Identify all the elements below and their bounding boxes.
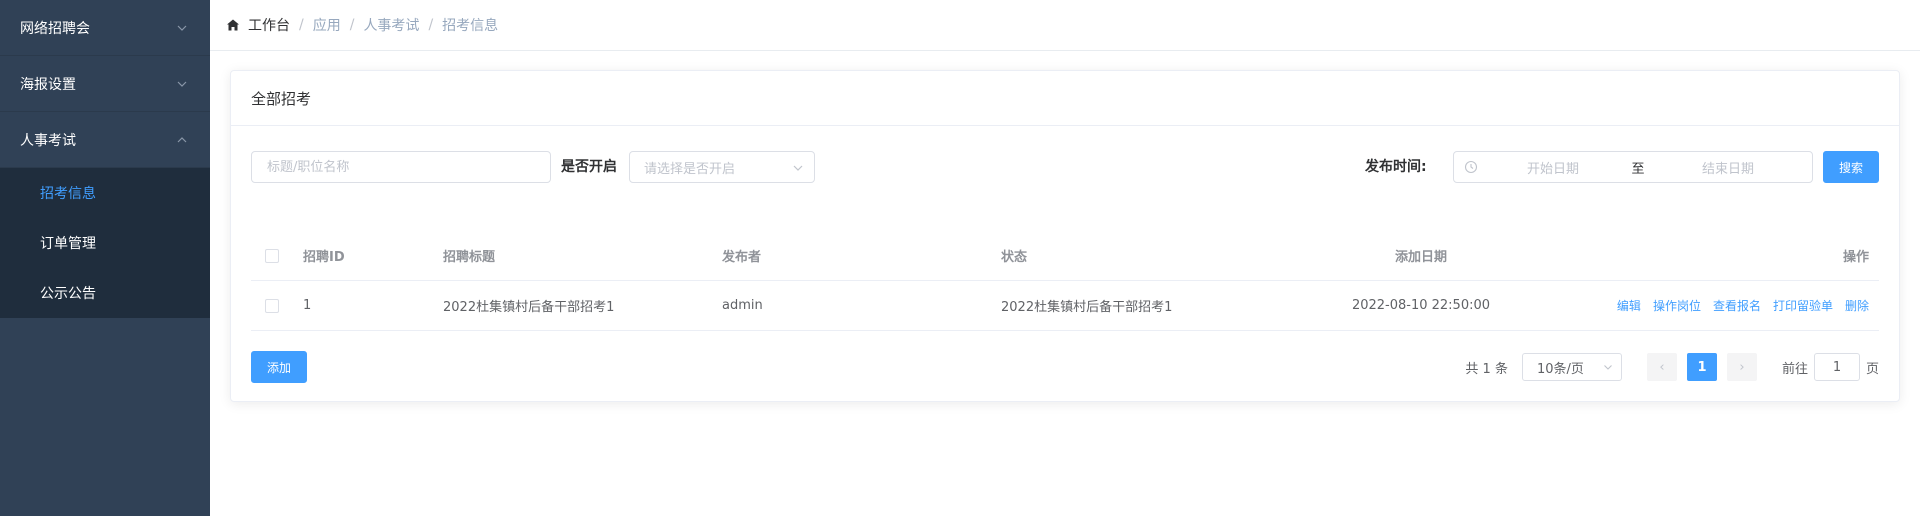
row-publisher: admin bbox=[722, 298, 763, 313]
sidebar-submenu: 招考信息 订单管理 公示公告 bbox=[0, 168, 210, 318]
view-registrations-link[interactable]: 查看报名 bbox=[1713, 297, 1761, 314]
sidebar-group-online-fair[interactable]: 网络招聘会 bbox=[0, 0, 210, 56]
manage-positions-link[interactable]: 操作岗位 bbox=[1653, 297, 1701, 314]
breadcrumb-separator: / bbox=[299, 17, 304, 33]
filter-bar: 是否开启 请选择是否开启 发布时间: 开始日期 至 结束日期 搜索 bbox=[251, 151, 1879, 185]
chevron-down-icon bbox=[793, 165, 803, 171]
table-row: 1 2022杜集镇村后备干部招考1 admin 2022杜集镇村后备干部招考1 … bbox=[251, 281, 1879, 331]
publish-time-label: 发布时间: bbox=[1365, 159, 1427, 175]
select-all-checkbox[interactable] bbox=[265, 248, 279, 263]
row-check-cell bbox=[251, 298, 293, 313]
header-ops: 操作 bbox=[1842, 250, 1869, 265]
header-id: 招聘ID bbox=[303, 250, 345, 265]
app-root: 网络招聘会 海报设置 人事考试 招考信息 订单管理 公示公告 工作台 / 应用 … bbox=[0, 0, 1920, 516]
exam-table: 招聘ID 招聘标题 发布者 状态 添加日期 操作 1 2022杜集镇村后备干部招… bbox=[251, 231, 1879, 331]
next-page-button[interactable]: › bbox=[1726, 353, 1757, 381]
row-status: 2022杜集镇村后备干部招考1 bbox=[1001, 300, 1173, 315]
end-date-input[interactable]: 结束日期 bbox=[1648, 158, 1808, 177]
date-range-separator: 至 bbox=[1631, 161, 1645, 177]
prev-page-button[interactable]: ‹ bbox=[1646, 353, 1677, 381]
keyword-search-input[interactable] bbox=[251, 151, 551, 183]
sidebar-group-label: 网络招聘会 bbox=[20, 20, 90, 37]
publish-date-range-picker[interactable]: 开始日期 至 结束日期 bbox=[1453, 151, 1813, 183]
delete-link[interactable]: 删除 bbox=[1845, 297, 1869, 314]
sidebar-group-label: 人事考试 bbox=[20, 132, 76, 149]
header-title: 招聘标题 bbox=[443, 250, 496, 265]
page-size-select[interactable]: 10条/页 bbox=[1521, 353, 1622, 381]
goto-suffix: 页 bbox=[1865, 361, 1879, 377]
breadcrumb-item-apps[interactable]: 应用 bbox=[313, 15, 341, 35]
enabled-select-placeholder: 请选择是否开启 bbox=[644, 161, 736, 177]
edit-link[interactable]: 编辑 bbox=[1617, 297, 1641, 314]
chevron-down-icon bbox=[1604, 365, 1612, 370]
breadcrumb-item-workbench[interactable]: 工作台 bbox=[248, 15, 290, 35]
header-publisher: 发布者 bbox=[722, 250, 762, 265]
sidebar-group-personnel-exam[interactable]: 人事考试 bbox=[0, 112, 210, 168]
breadcrumb-separator: / bbox=[349, 17, 355, 33]
sidebar-group-poster-settings[interactable]: 海报设置 bbox=[0, 56, 210, 112]
table-header-row: 招聘ID 招聘标题 发布者 状态 添加日期 操作 bbox=[251, 231, 1879, 281]
page-number-1[interactable]: 1 bbox=[1686, 353, 1717, 381]
pagination-total: 共 1 条 bbox=[1465, 361, 1508, 377]
select-all-cell bbox=[251, 248, 293, 263]
chevron-down-icon bbox=[177, 25, 187, 31]
goto-page-input[interactable] bbox=[1813, 353, 1860, 381]
card-title: 全部招考 bbox=[231, 71, 1899, 126]
sidebar-group-label: 海报设置 bbox=[20, 76, 76, 93]
start-date-input[interactable]: 开始日期 bbox=[1478, 158, 1628, 177]
row-id: 1 bbox=[303, 298, 312, 313]
sidebar-item-label: 订单管理 bbox=[40, 236, 96, 252]
add-button[interactable]: 添加 bbox=[251, 351, 307, 383]
sidebar-item-announcements[interactable]: 公示公告 bbox=[0, 268, 210, 318]
exam-list-card: 全部招考 是否开启 请选择是否开启 发布时间: 开始日期 至 结束日期 搜索 bbox=[230, 70, 1900, 402]
breadcrumb-item-personnel-exam[interactable]: 人事考试 bbox=[363, 15, 419, 35]
breadcrumb-separator: / bbox=[428, 17, 434, 33]
search-button[interactable]: 搜索 bbox=[1823, 151, 1879, 183]
page-size-value: 10条/页 bbox=[1536, 361, 1584, 377]
topbar: 工作台 / 应用 / 人事考试 / 招考信息 bbox=[210, 0, 1920, 51]
breadcrumb: 工作台 / 应用 / 人事考试 / 招考信息 bbox=[226, 15, 498, 35]
enabled-select[interactable]: 请选择是否开启 bbox=[629, 151, 815, 183]
chevron-down-icon bbox=[177, 81, 187, 87]
pagination: 共 1 条 10条/页 ‹ 1 › 前往 页 bbox=[1465, 351, 1879, 383]
chevron-up-icon bbox=[177, 136, 187, 142]
row-date: 2022-08-10 22:50:00 bbox=[1351, 298, 1491, 313]
row-checkbox[interactable] bbox=[265, 298, 279, 313]
header-date: 添加日期 bbox=[1394, 250, 1447, 265]
breadcrumb-item-exam-info: 招考信息 bbox=[442, 18, 499, 34]
sidebar: 网络招聘会 海报设置 人事考试 招考信息 订单管理 公示公告 bbox=[0, 0, 210, 516]
sidebar-item-exam-info[interactable]: 招考信息 bbox=[0, 168, 210, 218]
home-icon[interactable] bbox=[226, 18, 240, 32]
goto-label: 前往 bbox=[1781, 361, 1808, 377]
row-title: 2022杜集镇村后备干部招考1 bbox=[443, 300, 615, 315]
sidebar-item-label: 公示公告 bbox=[40, 286, 96, 302]
clock-icon bbox=[1464, 160, 1478, 174]
header-status: 状态 bbox=[1001, 250, 1028, 265]
sidebar-item-label: 招考信息 bbox=[40, 186, 96, 202]
sidebar-item-order-management[interactable]: 订单管理 bbox=[0, 218, 210, 268]
print-receipt-link[interactable]: 打印留验单 bbox=[1773, 297, 1833, 314]
row-ops: 编辑 操作岗位 查看报名 打印留验单 删除 bbox=[1511, 297, 1879, 314]
enabled-label: 是否开启 bbox=[561, 159, 617, 175]
